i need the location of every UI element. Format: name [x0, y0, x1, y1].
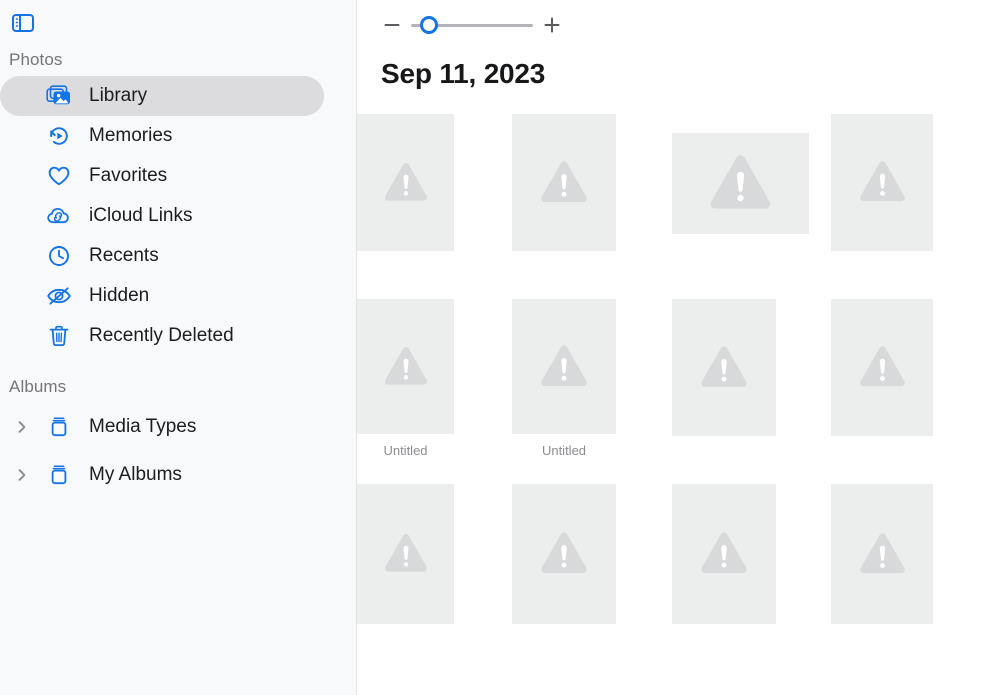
photo-cell	[831, 484, 933, 624]
heart-icon	[44, 163, 74, 189]
broken-image-warning-icon	[541, 532, 587, 573]
sidebar-item-label: Library	[89, 85, 148, 106]
photo-cell: Untitled	[512, 299, 616, 458]
photo-caption: Untitled	[383, 443, 428, 458]
sidebar-item-library[interactable]: Library	[0, 76, 324, 116]
sidebar-item-label: Favorites	[89, 165, 168, 186]
photo-thumbnail[interactable]	[357, 299, 454, 434]
sidebar-item-memories[interactable]: Memories	[0, 116, 324, 156]
sidebar-item-label: Media Types	[89, 416, 197, 437]
album-box-icon	[44, 462, 74, 488]
photo-cell	[357, 114, 454, 251]
photo-cell	[831, 299, 933, 436]
broken-image-warning-icon	[384, 346, 427, 385]
photo-thumbnail[interactable]	[512, 299, 616, 434]
photo-thumbnail[interactable]	[672, 484, 776, 624]
sidebar-item-icloud-links[interactable]: iCloud Links	[0, 196, 324, 236]
photo-thumbnail[interactable]	[512, 114, 616, 251]
photo-thumbnail[interactable]	[831, 114, 933, 251]
photo-cell	[512, 484, 616, 624]
thumbnail-size-slider[interactable]	[411, 14, 533, 36]
eye-slash-icon	[44, 283, 74, 309]
photo-cell	[672, 299, 776, 436]
minus-icon[interactable]	[381, 14, 403, 36]
sidebar-item-label: My Albums	[89, 464, 182, 485]
sidebar-item-label: Recently Deleted	[89, 325, 234, 346]
photo-cell	[831, 114, 933, 251]
photo-cell: Untitled	[357, 299, 454, 458]
broken-image-warning-icon	[701, 532, 747, 573]
broken-image-warning-icon	[859, 161, 905, 202]
broken-image-warning-icon	[541, 345, 587, 386]
chevron-right-icon[interactable]	[10, 463, 34, 487]
sidebar-item-recents[interactable]: Recents	[0, 236, 324, 276]
photo-thumbnail[interactable]	[831, 299, 933, 436]
memories-icon	[44, 123, 74, 149]
photo-thumbnail[interactable]	[831, 484, 933, 624]
broken-image-warning-icon	[701, 346, 747, 387]
photos-app-window: Photos Library Memories Favorites iCloud…	[0, 0, 986, 695]
sidebar-header	[0, 0, 356, 50]
sidebar-item-label: iCloud Links	[89, 205, 193, 226]
sidebar-item-favorites[interactable]: Favorites	[0, 156, 324, 196]
section-label-albums: Albums	[9, 377, 67, 396]
chevron-right-icon[interactable]	[10, 415, 34, 439]
photo-thumbnail[interactable]	[512, 484, 616, 624]
sidebar-item-label: Memories	[89, 125, 173, 146]
album-box-icon	[44, 414, 74, 440]
photos-nav-list: Library Memories Favorites iCloud Links …	[0, 76, 356, 356]
sidebar-item-label: Hidden	[89, 285, 150, 306]
broken-image-warning-icon	[859, 346, 905, 387]
clock-icon	[44, 243, 74, 269]
sidebar-item-recently-deleted[interactable]: Recently Deleted	[0, 316, 324, 356]
photo-cell	[672, 484, 776, 624]
photo-cell	[672, 133, 809, 234]
photo-thumbnail[interactable]	[357, 484, 454, 624]
broken-image-warning-icon	[859, 532, 905, 573]
photo-stack-icon	[44, 83, 74, 109]
sidebar-toggle-icon	[12, 13, 34, 37]
albums-nav-list: Media Types My Albums	[0, 403, 356, 499]
photo-caption: Untitled	[541, 443, 587, 458]
slider-thumb[interactable]	[420, 16, 438, 34]
broken-image-warning-icon	[710, 155, 771, 209]
main-content: Sep 11, 2023 Untitled Untitled	[357, 0, 986, 695]
broken-image-warning-icon	[541, 161, 587, 202]
photo-thumbnail[interactable]	[672, 133, 809, 234]
sidebar-toggle-button[interactable]	[6, 10, 40, 40]
photo-grid: Untitled Untitled	[357, 114, 986, 624]
sidebar: Photos Library Memories Favorites iCloud…	[0, 0, 357, 695]
photo-thumbnail[interactable]	[672, 299, 776, 436]
photo-cell	[512, 114, 616, 251]
photo-thumbnail[interactable]	[357, 114, 454, 251]
sidebar-item-label: Recents	[89, 245, 159, 266]
cloud-link-icon	[44, 203, 74, 229]
broken-image-warning-icon	[384, 162, 427, 201]
photo-cell	[357, 484, 454, 624]
broken-image-warning-icon	[384, 534, 427, 572]
zoom-toolbar	[357, 0, 986, 50]
sidebar-item-hidden[interactable]: Hidden	[0, 276, 324, 316]
trash-icon	[44, 323, 74, 349]
section-label-photos: Photos	[9, 50, 63, 69]
sidebar-item-my-albums[interactable]: My Albums	[0, 451, 340, 499]
page-title: Sep 11, 2023	[381, 58, 546, 89]
plus-icon[interactable]	[541, 14, 563, 36]
sidebar-item-media-types[interactable]: Media Types	[0, 403, 340, 451]
